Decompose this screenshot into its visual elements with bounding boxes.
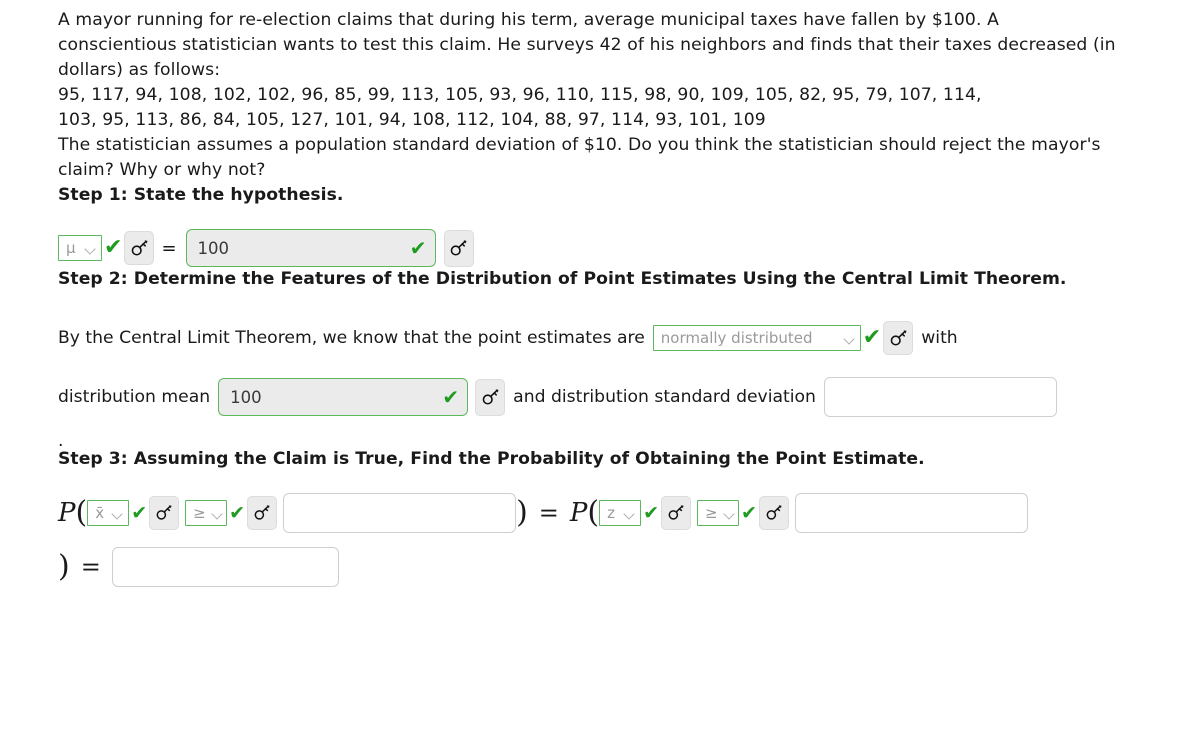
comparator-select-left[interactable]: ≥ [185,500,228,526]
distribution-mean-wrap: ✔ [218,378,469,416]
probability-symbol-right: P [569,498,588,528]
statistic-select-right[interactable]: z [599,500,642,526]
data-values: 95, 117, 94, 108, 102, 102, 96, 85, 99, … [58,83,1108,133]
distribution-select[interactable]: normally distributed [652,325,861,351]
close-paren-result: ) [58,549,70,584]
correct-check-icon: ✔ [104,235,123,260]
key-icon-button-2[interactable] [443,229,474,267]
statistic-select-left-value: x̄ [95,504,105,522]
hypothesis-value-input[interactable] [185,229,436,267]
open-paren-right: ( [587,495,600,530]
step-2-mean-row: distribution mean ✔ and distribution sta… [58,377,1118,417]
exercise-page: A mayor running for re-election claims t… [0,0,1200,752]
distribution-sd-label: and distribution standard deviation [513,387,816,407]
key-icon-button-5[interactable] [149,496,180,530]
key-icon-button-8[interactable] [758,496,789,530]
hypothesis-value-wrap: ✔ [185,229,436,267]
distribution-sd-input[interactable] [823,377,1057,417]
key-icon [668,505,684,520]
clt-text-after: with [921,328,958,348]
parameter-select[interactable]: μ [58,235,102,261]
probability-value-input-left[interactable] [283,493,517,533]
key-icon [482,388,499,405]
statistic-select-right-value: z [607,504,615,522]
key-icon-button-4[interactable] [475,378,506,416]
step-2-clt-row: By the Central Limit Theorem, we know th… [58,321,1118,355]
key-icon-button-1[interactable] [124,231,155,265]
problem-paragraph-1: A mayor running for re-election claims t… [58,10,1116,80]
key-icon [890,329,907,346]
correct-check-icon: ✔ [741,501,757,524]
parameter-select-value: μ [66,239,76,257]
equals-sign-step1: = [161,237,177,259]
correct-check-icon: ✔ [862,325,882,350]
data-line-1: 95, 117, 94, 108, 102, 102, 96, 85, 99, … [58,85,982,105]
chevron-down-icon [85,243,96,254]
comparator-select-left-value: ≥ [193,504,206,522]
exercise-content: A mayor running for re-election claims t… [58,8,1118,587]
distribution-mean-label: distribution mean [58,387,211,407]
key-icon [254,505,270,520]
step-3-result-row: ) = [58,547,1118,587]
step-3-heading: Step 3: Assuming the Claim is True, Find… [58,449,925,469]
key-icon [766,505,782,520]
probability-value-input-right[interactable] [794,493,1028,533]
comparator-select-right-value: ≥ [705,504,718,522]
probability-symbol-left: P [58,498,76,528]
correct-check-icon: ✔ [131,501,148,524]
chevron-down-icon [724,508,733,519]
chevron-down-icon [624,508,635,519]
probability-result-input[interactable] [111,547,339,587]
trailing-period: . [58,431,64,451]
step-1-heading: Step 1: State the hypothesis. [58,185,344,205]
chevron-down-icon [212,508,221,519]
correct-check-icon: ✔ [229,501,246,524]
clt-text-before: By the Central Limit Theorem, we know th… [58,328,645,348]
step-1-answer-row: μ ✔ = ✔ [58,229,1118,267]
equals-sign-step3: = [538,499,559,527]
key-icon [450,239,467,256]
distribution-mean-input[interactable] [218,378,469,416]
problem-paragraph-2: The statistician assumes a population st… [58,135,1101,180]
close-paren-left: ) [516,495,528,530]
key-icon-button-6[interactable] [247,496,278,530]
chevron-down-icon [112,508,123,519]
step-2-heading: Step 2: Determine the Features of the Di… [58,269,1067,289]
key-icon-button-7[interactable] [661,496,692,530]
correct-check-icon: ✔ [643,501,660,524]
open-paren-left: ( [75,495,88,530]
comparator-select-right[interactable]: ≥ [697,500,740,526]
key-icon [131,239,148,256]
statistic-select-left[interactable]: x̄ [87,500,130,526]
key-icon [156,505,172,520]
distribution-select-value: normally distributed [660,329,813,347]
equals-sign-result: = [80,553,101,581]
data-line-2: 103, 95, 113, 86, 84, 105, 127, 101, 94,… [58,110,766,130]
step-3-probability-row: P ( x̄ ✔ ≥ ✔) = P (z ✔ ≥ ✔ [58,493,1118,533]
chevron-down-icon [844,333,855,344]
key-icon-button-3[interactable] [883,321,914,355]
